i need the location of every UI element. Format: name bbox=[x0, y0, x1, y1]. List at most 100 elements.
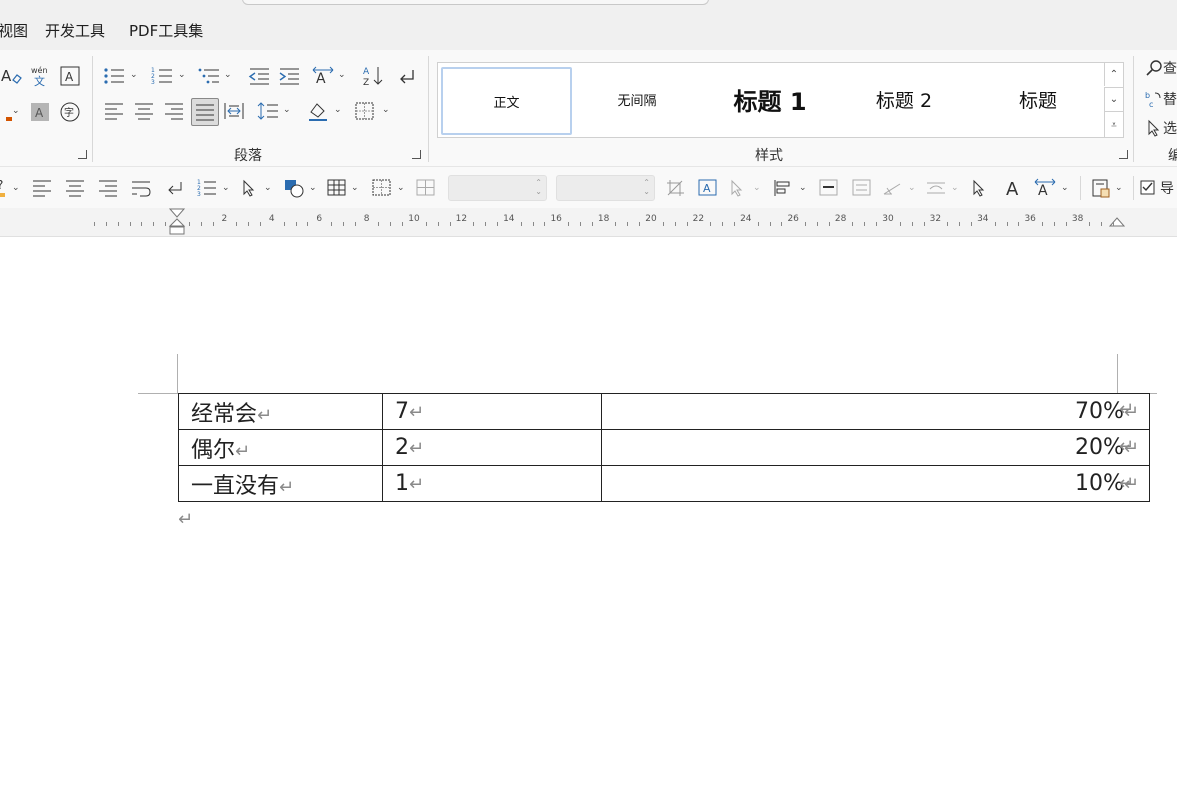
phonetic-guide-icon[interactable]: wén 文 bbox=[28, 64, 52, 88]
decrease-indent-icon[interactable] bbox=[247, 64, 271, 88]
tab-developer[interactable]: 开发工具 bbox=[45, 20, 105, 41]
chevron-down-icon[interactable]: ⌄ bbox=[1061, 183, 1069, 193]
horizontal-ruler[interactable]: 2 4 6 8 10 12 14 16 18 20 22 24 26 28 30 32 34 36 38 bbox=[0, 208, 1177, 237]
chevron-down-icon[interactable]: ⌄ bbox=[264, 183, 272, 193]
align-left-icon[interactable] bbox=[102, 99, 126, 123]
crop-icon[interactable] bbox=[665, 176, 687, 200]
align-right-icon[interactable] bbox=[162, 99, 186, 123]
table-row[interactable]: 经常会↵ 7↵ 70%↵ bbox=[178, 393, 1150, 430]
align-center-icon[interactable] bbox=[132, 99, 156, 123]
table-cell[interactable]: 20%↵ bbox=[601, 429, 1150, 466]
spinner-icon[interactable]: ⌃ ⌄ bbox=[535, 178, 542, 196]
style-heading-2[interactable]: 标题 2 bbox=[840, 67, 968, 131]
chevron-down-icon[interactable]: ⌄ bbox=[224, 70, 232, 80]
bring-forward-icon[interactable] bbox=[818, 176, 840, 200]
select-objects-icon[interactable] bbox=[240, 176, 258, 200]
table-cell[interactable]: 1↵ bbox=[382, 465, 602, 502]
justify-icon[interactable] bbox=[191, 98, 219, 126]
rotate-icon[interactable] bbox=[881, 176, 903, 200]
select-pane-icon[interactable] bbox=[728, 176, 746, 200]
chevron-down-icon[interactable]: ⌄ bbox=[908, 183, 916, 193]
text-box-icon[interactable]: A bbox=[697, 176, 719, 200]
show-paragraph-marks-icon[interactable] bbox=[394, 64, 418, 88]
chevron-down-icon[interactable]: ⌄ bbox=[338, 70, 346, 80]
enclose-character-icon[interactable]: 字 bbox=[58, 100, 82, 124]
table-cell[interactable]: 经常会↵ bbox=[178, 393, 383, 430]
character-border-icon[interactable]: A bbox=[58, 64, 82, 88]
right-indent-marker-icon[interactable] bbox=[1109, 216, 1125, 236]
chevron-down-icon[interactable]: ⌄ bbox=[351, 183, 359, 193]
table-row[interactable]: 偶尔↵ 2↵ 20%↵ bbox=[178, 429, 1150, 466]
find-button[interactable]: 查 bbox=[1145, 56, 1177, 80]
align-right-icon[interactable] bbox=[97, 176, 119, 200]
style-title[interactable]: 标题 bbox=[974, 67, 1102, 131]
style-no-spacing[interactable]: 无间隔 bbox=[574, 67, 700, 131]
page-setup-icon[interactable] bbox=[1090, 176, 1112, 200]
chevron-down-icon[interactable]: ⌄ bbox=[1115, 183, 1123, 193]
align-objects-icon[interactable] bbox=[772, 176, 794, 200]
table-icon[interactable] bbox=[326, 176, 348, 200]
spinner-icon[interactable]: ⌃ ⌄ bbox=[643, 178, 650, 196]
bullets-icon[interactable] bbox=[102, 64, 126, 88]
table-cell[interactable]: 一直没有↵ bbox=[178, 465, 383, 502]
highlight-color-icon[interactable]: ? bbox=[0, 176, 10, 200]
borders-icon[interactable] bbox=[353, 99, 377, 123]
styles-dialog-launcher-icon[interactable] bbox=[1119, 150, 1128, 159]
table-cell[interactable]: 偶尔↵ bbox=[178, 429, 383, 466]
table-cell[interactable]: 7↵ bbox=[382, 393, 602, 430]
chevron-down-icon[interactable]: ⌄ bbox=[283, 105, 291, 115]
tab-view[interactable]: 视图 bbox=[0, 20, 28, 41]
chevron-down-icon[interactable]: ⌄ bbox=[951, 183, 959, 193]
sort-icon[interactable]: AZ bbox=[361, 64, 385, 88]
chevron-down-icon[interactable]: ⌄ bbox=[397, 183, 405, 193]
shape-height-field[interactable]: ⌃ ⌄ bbox=[448, 175, 547, 201]
replace-button[interactable]: bc 替 bbox=[1145, 87, 1177, 111]
line-spacing-icon[interactable] bbox=[256, 99, 280, 123]
table-borders-icon[interactable] bbox=[371, 176, 393, 200]
table-cell[interactable]: 2↵ bbox=[382, 429, 602, 466]
font-dialog-launcher-icon[interactable] bbox=[78, 150, 87, 159]
clear-format-icon[interactable]: A bbox=[0, 64, 24, 88]
table-row[interactable]: 一直没有↵ 1↵ 10%↵ bbox=[178, 465, 1150, 502]
wrap-options-icon[interactable] bbox=[925, 176, 947, 200]
paragraph-dialog-launcher-icon[interactable] bbox=[412, 150, 421, 159]
character-scaling-icon[interactable]: A bbox=[1034, 176, 1056, 200]
numbering-icon[interactable]: 123 bbox=[196, 176, 218, 200]
numbering-icon[interactable]: 123 bbox=[150, 64, 174, 88]
line-break-icon[interactable] bbox=[163, 176, 185, 200]
multilevel-list-icon[interactable] bbox=[197, 64, 221, 88]
chevron-down-icon[interactable]: ⌄ bbox=[130, 70, 138, 80]
distributed-icon[interactable] bbox=[222, 99, 246, 123]
character-scaling-icon[interactable]: A bbox=[311, 64, 335, 88]
increase-indent-icon[interactable] bbox=[277, 64, 301, 88]
chevron-down-icon[interactable]: ⌄ bbox=[12, 183, 20, 193]
first-line-indent-marker-icon[interactable] bbox=[167, 208, 187, 236]
chevron-down-icon[interactable]: ⌄ bbox=[309, 183, 317, 193]
gallery-scroll-down-icon[interactable]: ⌄ bbox=[1104, 87, 1123, 111]
shapes-icon[interactable] bbox=[282, 176, 306, 200]
chevron-down-icon[interactable]: ⌄ bbox=[753, 183, 761, 193]
navigation-pane-checkbox[interactable]: 导 bbox=[1140, 176, 1177, 200]
send-backward-icon[interactable] bbox=[851, 176, 873, 200]
table-cell[interactable]: 10%↵ bbox=[601, 465, 1150, 502]
chevron-down-icon[interactable]: ⌄ bbox=[382, 105, 390, 115]
chevron-down-icon[interactable]: ⌄ bbox=[222, 183, 230, 193]
table-cell[interactable]: 70%↵ bbox=[601, 393, 1150, 430]
align-center-icon[interactable] bbox=[64, 176, 86, 200]
gallery-scroll-up-icon[interactable]: ⌃ bbox=[1104, 63, 1123, 86]
font-icon[interactable]: A bbox=[1003, 176, 1025, 200]
wrap-text-icon[interactable] bbox=[130, 176, 152, 200]
chevron-down-icon[interactable]: ⌄ bbox=[334, 105, 342, 115]
document-page[interactable]: 经常会↵ 7↵ 70%↵ 偶尔↵ 2↵ 20%↵ 一直没有↵ 1↵ 10%↵ ↵… bbox=[0, 237, 1177, 797]
chevron-down-icon[interactable]: ⌄ bbox=[12, 106, 20, 116]
select-button[interactable]: 选 bbox=[1145, 116, 1177, 140]
select-icon[interactable] bbox=[970, 176, 988, 200]
merge-cells-icon[interactable] bbox=[415, 176, 437, 200]
chevron-down-icon[interactable]: ⌄ bbox=[178, 70, 186, 80]
title-search-box[interactable] bbox=[242, 0, 709, 5]
tab-pdf-tools[interactable]: PDF工具集 bbox=[129, 20, 203, 41]
style-heading-1[interactable]: 标题 1 bbox=[706, 67, 834, 131]
shading-icon[interactable] bbox=[306, 99, 330, 123]
data-table[interactable]: 经常会↵ 7↵ 70%↵ 偶尔↵ 2↵ 20%↵ 一直没有↵ 1↵ 10%↵ bbox=[178, 393, 1150, 502]
align-left-icon[interactable] bbox=[31, 176, 53, 200]
